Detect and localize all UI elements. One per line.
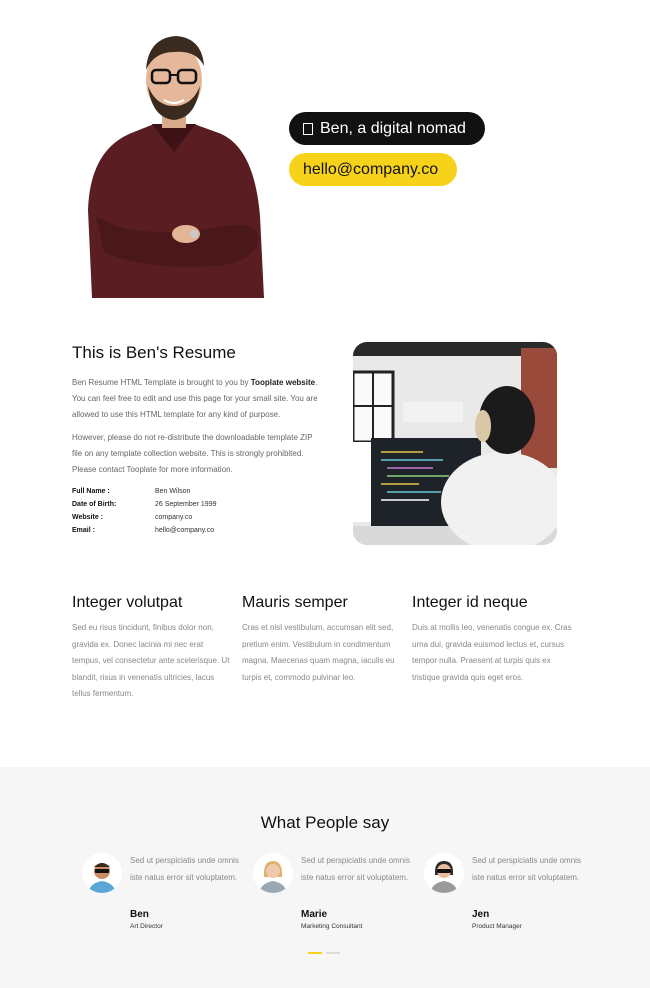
testimonial-role: Product Manager — [472, 923, 522, 930]
info-value[interactable]: hello@company.co — [155, 524, 214, 537]
resume-paragraph-1: Ben Resume HTML Template is brought to y… — [72, 378, 318, 419]
feature-column: Mauris semper Cras et nisl vestibulum, a… — [242, 594, 412, 703]
carousel-dots — [308, 952, 340, 954]
feature-title: Integer id neque — [412, 594, 528, 611]
testimonial-name: Jen — [472, 909, 490, 920]
feature-text: Sed eu risus tincidunt, finibus dolor no… — [72, 623, 230, 698]
testimonials-section: What People say Sed ut perspiciatis unde… — [0, 767, 650, 988]
feature-text: Duis at mollis leo, venenatis congue ex.… — [412, 623, 572, 682]
testimonials-title: What People say — [260, 813, 390, 832]
testimonial-name: Ben — [130, 909, 149, 920]
intro-text: Ben, a digital nomad — [320, 119, 466, 137]
avatar — [424, 853, 464, 893]
info-value[interactable]: company.co — [155, 511, 192, 524]
info-row: Email : hello@company.co — [72, 524, 322, 537]
feature-title: Integer volutpat — [72, 594, 183, 611]
info-value: 26 September 1999 — [155, 501, 217, 508]
resume-paragraph-2: However, please do not re-distribute the… — [72, 433, 313, 474]
testimonial-quote: Sed ut perspiciatis unde omnis iste natu… — [130, 856, 239, 882]
feature-text: Cras et nisl vestibulum, accumsan elit s… — [242, 623, 395, 682]
info-row: Website : company.co — [72, 511, 322, 524]
carousel-dot[interactable] — [326, 952, 340, 954]
testimonial-quote: Sed ut perspiciatis unde omnis iste natu… — [472, 856, 581, 882]
personal-info-list: Full Name : Ben Wilson Date of Birth: 26… — [72, 485, 322, 537]
avatar — [82, 853, 122, 893]
testimonial-quote: Sed ut perspiciatis unde omnis iste natu… — [301, 856, 410, 882]
testimonial-card: Sed ut perspiciatis unde omnis iste natu… — [82, 853, 247, 943]
ben-portrait-image — [74, 20, 274, 298]
intro-icon — [303, 122, 313, 135]
feature-column: Integer id neque Duis at mollis leo, ven… — [412, 594, 582, 703]
info-label: Email : — [72, 527, 95, 534]
testimonial-card: Sed ut perspiciatis unde omnis iste natu… — [253, 853, 418, 943]
features-section: Integer volutpat Sed eu risus tincidunt,… — [72, 594, 582, 703]
carousel-dot-active[interactable] — [308, 952, 322, 954]
avatar — [253, 853, 293, 893]
feature-column: Integer volutpat Sed eu risus tincidunt,… — [72, 594, 242, 703]
testimonial-name: Marie — [301, 909, 328, 920]
hero-section: Ben, a digital nomad hello@company.co — [0, 0, 650, 310]
info-row: Full Name : Ben Wilson — [72, 485, 322, 498]
info-value: Ben Wilson — [155, 488, 191, 495]
testimonial-card: Sed ut perspiciatis unde omnis iste natu… — [424, 853, 589, 943]
workspace-photo — [353, 342, 557, 545]
info-label: Full Name : — [72, 488, 110, 495]
email-link[interactable]: hello@company.co — [289, 153, 457, 186]
info-label: Website : — [72, 514, 103, 521]
info-label: Date of Birth: — [72, 501, 117, 508]
resume-title: This is Ben's Resume — [72, 343, 236, 362]
feature-title: Mauris semper — [242, 594, 348, 611]
testimonial-role: Marketing Consultant — [301, 923, 363, 930]
resume-section: This is Ben's Resume Ben Resume HTML Tem… — [72, 343, 322, 537]
tooplate-link[interactable]: Tooplate website — [251, 378, 315, 387]
intro-badge: Ben, a digital nomad — [289, 112, 485, 145]
testimonial-role: Art Director — [130, 923, 163, 930]
info-row: Date of Birth: 26 September 1999 — [72, 498, 322, 511]
